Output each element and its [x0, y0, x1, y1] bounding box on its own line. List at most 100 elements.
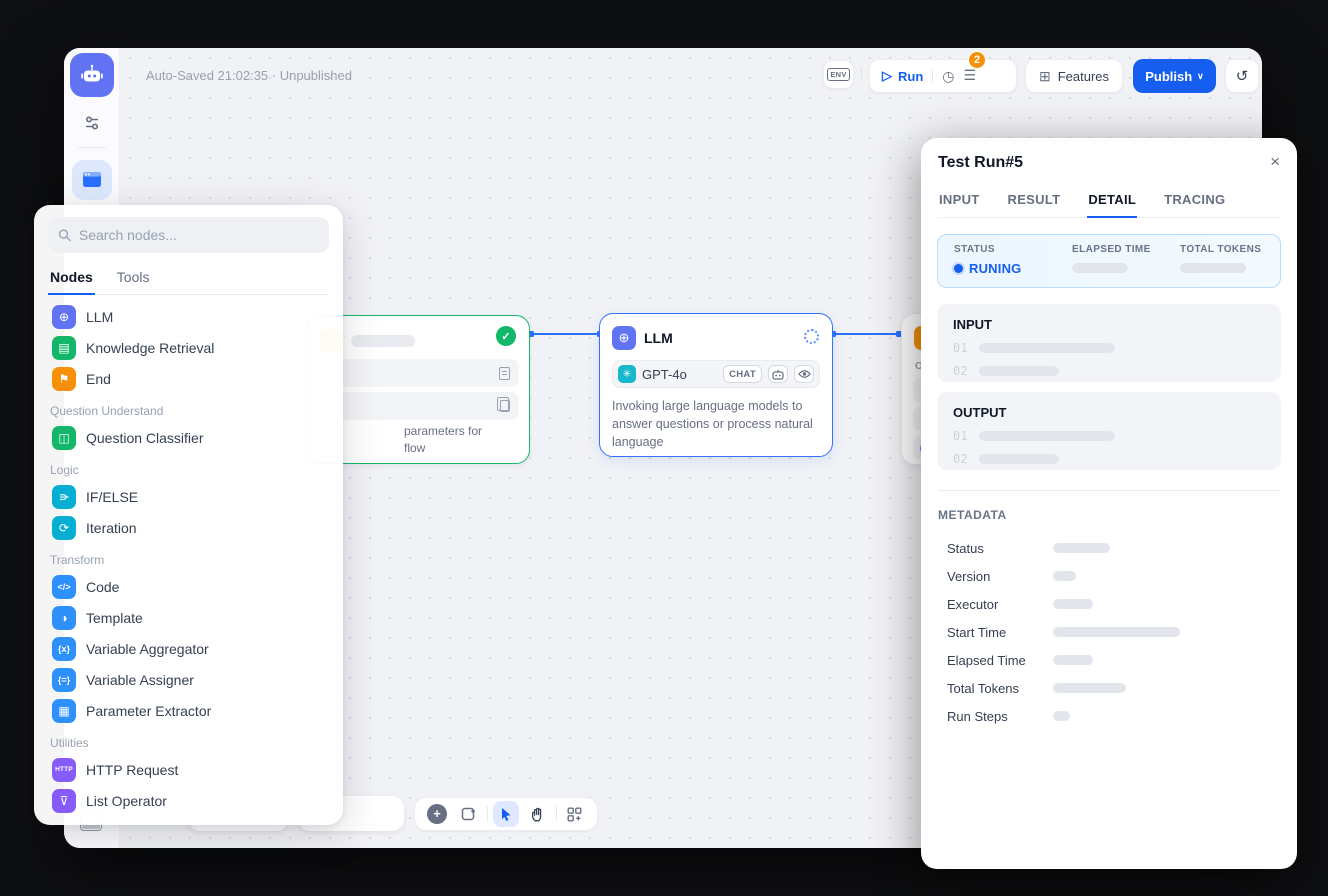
add-note-button[interactable]	[455, 801, 481, 827]
input-title: INPUT	[953, 317, 1265, 332]
model-selector[interactable]: ✳ GPT-4o CHAT	[612, 360, 820, 388]
list-operator-icon: ⊽	[52, 789, 76, 813]
tab-detail[interactable]: DETAIL	[1087, 186, 1137, 218]
test-run-panel: Test Run#5 × INPUT RESULT DETAIL TRACING…	[921, 138, 1297, 869]
clock-refresh-icon[interactable]: ◷	[942, 69, 954, 83]
metadata-skeleton	[1053, 599, 1093, 609]
toolbar-divider	[932, 69, 933, 83]
node-list: ⊕ LLM ▤ Knowledge Retrieval ⚑ End Questi…	[48, 301, 329, 816]
features-button[interactable]: ⊞ Features	[1025, 59, 1123, 93]
input-skeleton	[979, 366, 1059, 376]
search-box[interactable]	[48, 217, 329, 253]
node-item-end[interactable]: ⚑ End	[48, 363, 329, 394]
metadata-title: METADATA	[938, 508, 1007, 522]
workflow-app-icon[interactable]	[72, 160, 112, 200]
end-flag-icon: ⚑	[52, 367, 76, 391]
node-item-parameter-extractor[interactable]: ▦ Parameter Extractor	[48, 695, 329, 726]
output-skeleton	[979, 454, 1059, 464]
output-card: OUTPUT 01 02	[937, 392, 1281, 470]
edge-llm-to-end	[833, 333, 901, 335]
section-transform: Transform	[50, 553, 329, 567]
status-label: STATUS	[954, 244, 1072, 255]
template-icon: ◑	[52, 606, 76, 630]
toolbar-divider	[556, 806, 557, 822]
rail-divider	[78, 147, 106, 148]
openai-icon: ✳	[618, 365, 636, 383]
panel-tabs: Nodes Tools	[48, 263, 329, 295]
if-else-icon: ⋔	[52, 485, 76, 509]
pointer-tool-button[interactable]	[493, 801, 519, 827]
vision-eye-badge-icon	[794, 365, 814, 383]
metadata-skeleton	[1053, 683, 1126, 693]
search-input[interactable]	[79, 227, 319, 243]
llm-icon: ⊕	[52, 305, 76, 329]
node-item-code[interactable]: </> Code	[48, 571, 329, 602]
iteration-icon: ⟳	[52, 516, 76, 540]
tab-tools[interactable]: Tools	[115, 263, 152, 294]
chevron-down-icon: ∨	[1197, 71, 1204, 82]
metadata-skeleton	[1053, 711, 1070, 721]
version-history-button[interactable]: ↺	[1225, 59, 1259, 93]
preferences-sliders-icon[interactable]	[80, 111, 104, 135]
start-node-description: parameters for flow	[404, 423, 482, 457]
knowledge-retrieval-icon: ▤	[52, 336, 76, 360]
node-item-knowledge-retrieval[interactable]: ▤ Knowledge Retrieval	[48, 332, 329, 363]
tab-tracing[interactable]: TRACING	[1163, 186, 1226, 217]
hand-tool-button[interactable]	[524, 801, 550, 827]
add-node-button[interactable]: +	[424, 801, 450, 827]
node-search-panel: Nodes Tools ⊕ LLM ▤ Knowledge Retrieval …	[34, 205, 343, 825]
close-icon[interactable]: ×	[1270, 152, 1280, 172]
checklist-button[interactable]: ☰ 2	[964, 67, 977, 85]
loading-spinner-icon	[804, 329, 819, 344]
tab-input[interactable]: INPUT	[938, 186, 981, 217]
node-item-variable-assigner[interactable]: {=} Variable Assigner	[48, 664, 329, 695]
run-button[interactable]: ▷Run	[882, 68, 923, 84]
section-question-understand: Question Understand	[50, 404, 329, 418]
publish-button[interactable]: Publish ∨	[1133, 59, 1216, 93]
node-item-iteration[interactable]: ⟳ Iteration	[48, 512, 329, 543]
start-node-field[interactable]	[317, 359, 519, 387]
document-icon	[499, 367, 510, 380]
organize-layout-button[interactable]	[562, 801, 588, 827]
node-item-llm[interactable]: ⊕ LLM	[48, 301, 329, 332]
node-item-variable-aggregator[interactable]: {x} Variable Aggregator	[48, 633, 329, 664]
edge-start-to-llm	[531, 333, 601, 335]
elapsed-skeleton	[1072, 263, 1128, 273]
llm-node-description: Invoking large language models to answer…	[612, 398, 820, 451]
node-item-list-operator[interactable]: ⊽ List Operator	[48, 785, 329, 816]
canvas-toolbar: +	[414, 797, 598, 831]
run-panel-tabs: INPUT RESULT DETAIL TRACING	[938, 186, 1280, 218]
llm-node[interactable]: ⊕ LLM ✳ GPT-4o CHAT Invoking large langu…	[599, 313, 833, 457]
toolbar-divider	[487, 806, 488, 822]
tab-result[interactable]: RESULT	[1007, 186, 1062, 217]
autosave-status: Auto-Saved 21:02:35 · Unpublished	[146, 68, 352, 83]
variable-aggregator-icon: {x}	[52, 637, 76, 661]
http-request-icon: HTTP	[52, 758, 76, 782]
output-skeleton	[979, 431, 1115, 441]
input-card: INPUT 01 02	[937, 304, 1281, 382]
code-icon: </>	[52, 575, 76, 599]
search-icon	[58, 228, 71, 242]
tab-nodes[interactable]: Nodes	[48, 263, 95, 295]
play-icon: ▷	[882, 68, 892, 84]
robot-icon	[80, 63, 104, 87]
node-item-template[interactable]: ◑ Template	[48, 602, 329, 633]
node-item-http-request[interactable]: HTTP HTTP Request	[48, 754, 329, 785]
input-skeleton	[979, 343, 1115, 353]
section-utilities: Utilities	[50, 736, 329, 750]
node-item-question-classifier[interactable]: ◫ Question Classifier	[48, 422, 329, 453]
start-node-field[interactable]	[317, 392, 519, 420]
panel-divider	[938, 490, 1280, 491]
checklist-icon: ☰	[964, 67, 977, 83]
variable-assigner-icon: {=}	[52, 668, 76, 692]
run-toolbar-group: ▷Run ◷ ☰ 2	[869, 59, 1017, 93]
env-button[interactable]: ENV	[823, 60, 854, 89]
elapsed-time-label: ELAPSED TIME	[1072, 244, 1180, 255]
node-item-if-else[interactable]: ⋔ IF/ELSE	[48, 481, 329, 512]
toolbar-divider	[861, 67, 862, 82]
section-logic: Logic	[50, 463, 329, 477]
status-value: RUNING	[954, 261, 1072, 276]
history-icon: ↺	[1236, 67, 1249, 85]
app-logo-robot-icon[interactable]	[70, 53, 114, 97]
question-classifier-icon: ◫	[52, 426, 76, 450]
